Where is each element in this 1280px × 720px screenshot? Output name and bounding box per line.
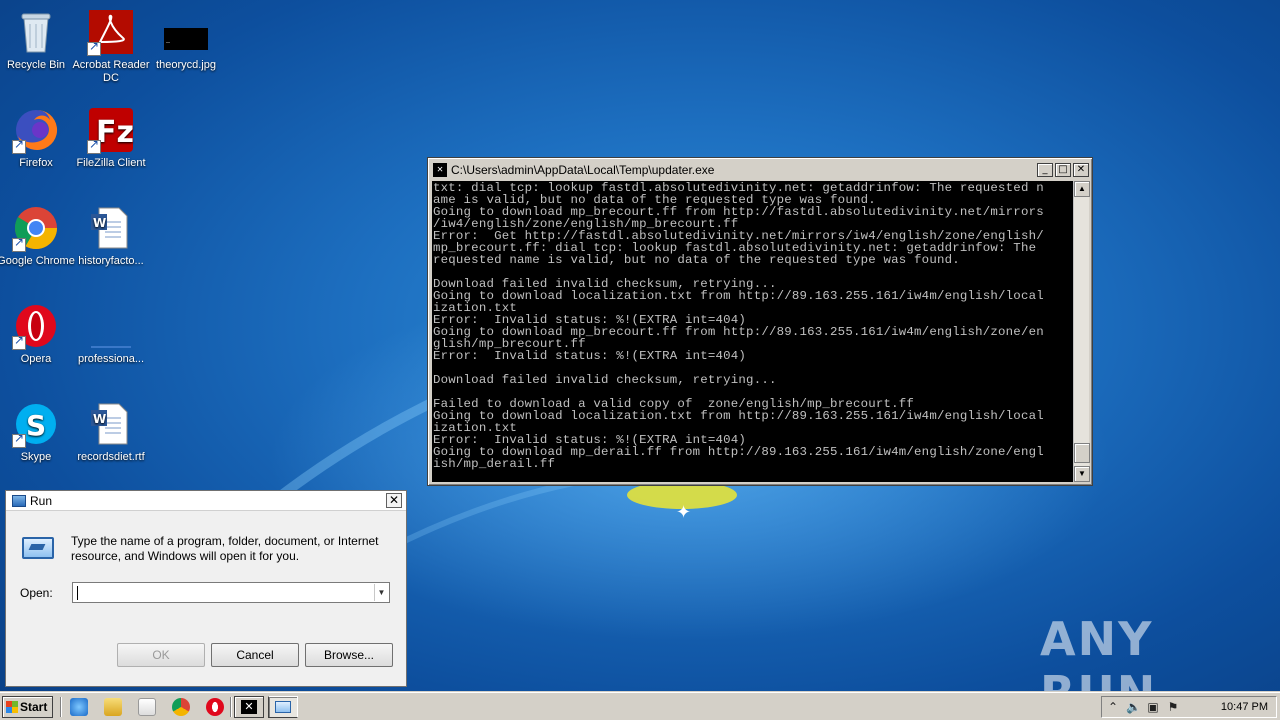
minimize-button[interactable]: _ <box>1037 163 1053 177</box>
acrobat-icon <box>87 8 135 56</box>
start-button[interactable]: Start <box>2 696 53 718</box>
desktop-icon-skype[interactable]: S Skype <box>0 400 76 464</box>
recycle-bin-icon <box>12 8 60 56</box>
cancel-button[interactable]: Cancel <box>211 643 299 667</box>
opera-icon[interactable] <box>206 698 224 716</box>
taskbar: Start ✕ ⌃ 🔈 ▣ ⚑ 10:47 PM <box>0 692 1280 720</box>
action-center-flag-icon[interactable]: ⚑ <box>1166 700 1180 714</box>
opera-icon <box>12 302 60 350</box>
desktop-icon-label: Acrobat Reader DC <box>72 59 150 84</box>
svg-text:W: W <box>93 216 106 230</box>
desktop-icon-recordsdiet[interactable]: W recordsdiet.rtf <box>71 400 151 464</box>
chevron-down-icon[interactable]: ▼ <box>374 584 388 601</box>
desktop-icon-label: FileZilla Client <box>76 157 146 169</box>
volume-icon[interactable]: 🔈 <box>1126 700 1141 714</box>
console-title: C:\Users\admin\AppData\Local\Temp\update… <box>451 163 715 177</box>
desktop-icon-historyfacto[interactable]: W historyfacto... <box>71 204 151 268</box>
desktop-icon-label: Google Chrome <box>0 255 75 267</box>
desktop-icon-chrome[interactable]: Google Chrome <box>0 204 76 268</box>
skype-icon: S <box>12 400 60 448</box>
internet-explorer-icon[interactable] <box>70 698 88 716</box>
open-label: Open: <box>20 586 53 600</box>
folder-icon[interactable] <box>104 698 122 716</box>
system-tray: ⌃ 🔈 ▣ ⚑ 10:47 PM <box>1101 696 1277 718</box>
network-icon[interactable]: ▣ <box>1146 700 1160 714</box>
desktop-icon-label: Skype <box>20 451 52 463</box>
desktop-icon-filezilla[interactable]: Fz FileZilla Client <box>71 106 151 170</box>
clock[interactable]: 10:47 PM <box>1221 701 1268 713</box>
taskbar-console-button[interactable]: ✕ <box>234 696 264 718</box>
run-dialog[interactable]: Run ✕ Type the name of a program, folder… <box>5 490 407 687</box>
desktop-icon-label: theorycd.jpg <box>156 59 216 71</box>
console-output: txt: dial tcp: lookup fastdl.absolutediv… <box>432 181 1073 482</box>
svg-text:Fz: Fz <box>96 115 134 150</box>
shortcut-arrow-icon <box>12 138 26 154</box>
desktop-icon-acrobat[interactable]: Acrobat Reader DC <box>71 8 151 85</box>
console-window[interactable]: ✕ C:\Users\admin\AppData\Local\Temp\upda… <box>427 157 1093 486</box>
firefox-icon <box>12 106 60 154</box>
desktop-icon-label: historyfacto... <box>78 255 144 267</box>
run-description: Type the name of a program, folder, docu… <box>71 534 379 563</box>
console-title-bar[interactable]: ✕ C:\Users\admin\AppData\Local\Temp\upda… <box>431 161 1089 179</box>
shortcut-arrow-icon <box>12 334 26 350</box>
console-app-icon: ✕ <box>433 163 447 177</box>
text-caret <box>77 586 78 600</box>
svg-text:✦: ✦ <box>676 502 691 523</box>
close-button[interactable]: ✕ <box>386 493 402 508</box>
desktop-icon-label: Firefox <box>19 157 53 169</box>
desktop-icon-recycle-bin[interactable]: Recycle Bin <box>0 8 76 72</box>
desktop-icon-label: Recycle Bin <box>6 59 66 71</box>
run-title: Run <box>30 493 53 508</box>
desktop-icon-label: Opera <box>20 353 52 365</box>
run-title-icon <box>12 494 26 507</box>
console-line: Going to download localization.txt from … <box>433 409 1044 423</box>
taskbar-separator <box>60 697 62 717</box>
shortcut-arrow-icon <box>12 236 26 252</box>
desktop-icon-opera[interactable]: Opera <box>0 302 76 366</box>
console-line: ish/mp_derail.ff <box>433 457 556 471</box>
svg-text:W: W <box>93 412 106 426</box>
chrome-icon <box>12 204 60 252</box>
word-document-icon: W <box>87 204 135 252</box>
console-line: requested name is valid, but no data of … <box>433 253 960 267</box>
run-title-bar[interactable]: Run ✕ <box>6 491 406 511</box>
desktop-icon-label: recordsdiet.rtf <box>77 451 145 463</box>
open-input[interactable]: ▼ <box>72 582 390 603</box>
taskbar-run-button[interactable] <box>268 696 298 718</box>
shortcut-arrow-icon <box>87 40 101 56</box>
image-file-icon <box>162 8 210 56</box>
taskbar-separator <box>230 697 232 717</box>
desktop-icon-theorycd[interactable]: theorycd.jpg <box>146 8 226 72</box>
word-document-icon: W <box>87 400 135 448</box>
desktop-icon-label: professiona... <box>77 353 145 365</box>
desktop-icon-firefox[interactable]: Firefox <box>0 106 76 170</box>
run-program-icon <box>22 537 54 559</box>
run-program-icon <box>275 701 291 713</box>
console-app-icon: ✕ <box>241 700 257 714</box>
scroll-thumb[interactable] <box>1074 443 1090 463</box>
console-line: Going to download localization.txt from … <box>433 289 1044 303</box>
scroll-down-icon[interactable]: ▼ <box>1074 466 1090 482</box>
shortcut-arrow-icon <box>87 138 101 154</box>
filezilla-icon: Fz <box>87 106 135 154</box>
start-label: Start <box>20 700 48 714</box>
file-icon <box>87 302 135 350</box>
console-scrollbar[interactable]: ▲ ▼ <box>1073 181 1090 482</box>
browse-button[interactable]: Browse... <box>305 643 393 667</box>
shortcut-arrow-icon <box>12 432 26 448</box>
console-line: Error: Invalid status: %!(EXTRA int=404) <box>433 349 747 363</box>
chrome-icon[interactable] <box>172 698 190 716</box>
scroll-up-icon[interactable]: ▲ <box>1074 181 1090 197</box>
svg-text:S: S <box>26 409 46 442</box>
media-player-icon[interactable] <box>138 698 156 716</box>
desktop-icon-professiona[interactable]: professiona... <box>71 302 151 366</box>
maximize-button[interactable]: □ <box>1055 163 1071 177</box>
windows-logo-icon <box>6 701 18 713</box>
close-button[interactable]: ✕ <box>1073 163 1089 177</box>
ok-button[interactable]: OK <box>117 643 205 667</box>
console-line: Download failed invalid checksum, retryi… <box>433 373 777 387</box>
chevron-up-icon[interactable]: ⌃ <box>1106 700 1120 714</box>
